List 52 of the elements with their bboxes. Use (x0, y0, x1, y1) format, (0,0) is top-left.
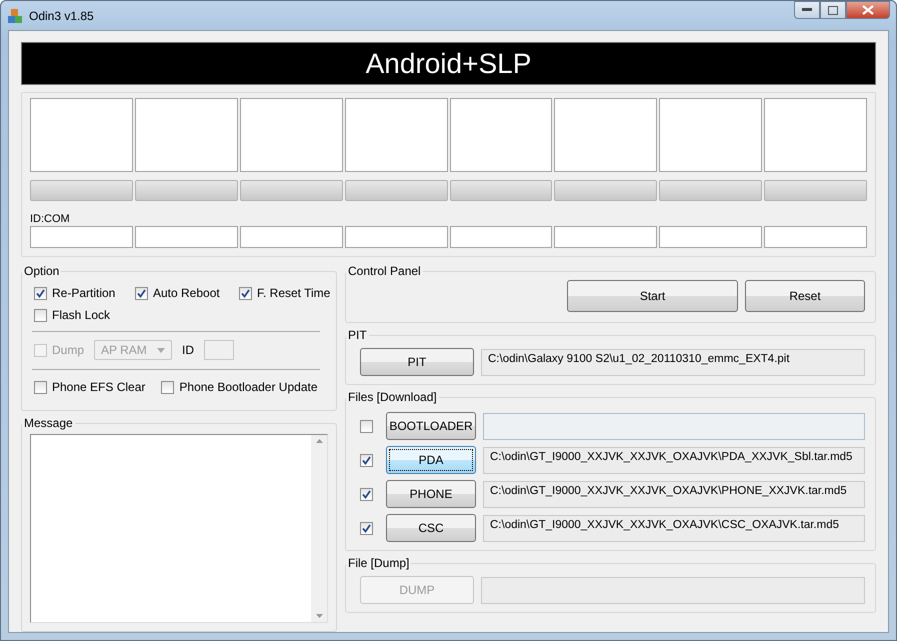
checkbox[interactable] (161, 380, 174, 394)
id-label: ID (182, 343, 194, 357)
file-path-field[interactable]: C:\odin\Galaxy 9100 S2\u1_02_20110310_emmc_EXT4.pit (481, 348, 865, 376)
file-button[interactable]: BOOTLOADER (386, 412, 476, 440)
checkbox-label: Dump (52, 343, 84, 357)
checkbox[interactable] (34, 286, 47, 300)
checkbox-label: Re-Partition (52, 286, 116, 300)
id-field[interactable] (204, 340, 234, 360)
file-button[interactable]: CSC (386, 514, 476, 542)
checkbox[interactable] (360, 522, 373, 534)
scroll-up-icon[interactable] (316, 439, 322, 443)
group-title: Option (23, 264, 60, 278)
scrollbar[interactable] (311, 435, 327, 622)
file-path-field[interactable] (481, 576, 865, 604)
checkbox[interactable] (360, 488, 373, 500)
checkbox[interactable] (239, 286, 252, 300)
dropdown-arrow-icon (157, 348, 166, 352)
checkbox[interactable] (34, 380, 47, 394)
checkbox-label: F. Reset Time (257, 286, 330, 300)
group-title: File [Dump] (347, 556, 410, 570)
checkbox-label: Phone Bootloader Update (179, 380, 318, 394)
checkbox[interactable] (360, 454, 373, 466)
group-title: Message (23, 416, 74, 430)
scroll-down-icon[interactable] (316, 614, 322, 618)
checkbox-label: Phone EFS Clear (52, 380, 146, 394)
window-title: Odin3 v1.85 (29, 8, 95, 22)
app-icon (7, 8, 23, 24)
id-com-label: ID:COM (30, 213, 71, 225)
minimize-button[interactable] (794, 1, 820, 19)
pit-button[interactable]: PIT (360, 348, 474, 376)
minimize-icon (802, 8, 812, 12)
maximize-button[interactable] (820, 1, 846, 19)
file-path-field[interactable]: C:\odin\GT_I9000_XXJVK_XXJVK_OXAJVK\CSC_OXAJVK.tar.md5 (483, 514, 865, 542)
group-title: PIT (347, 328, 368, 342)
group-title: Control Panel (347, 264, 422, 278)
panel-button[interactable]: Start (567, 280, 738, 312)
file-path-field[interactable]: C:\odin\GT_I9000_XXJVK_XXJVK_OXAJVK\PHONE_XXJVK.tar.md5 (483, 480, 865, 508)
maximize-icon (828, 6, 838, 14)
file-button[interactable]: PHONE (386, 480, 476, 508)
file-button[interactable]: PDA (386, 446, 476, 474)
checkbox[interactable] (360, 420, 373, 432)
file-path-field[interactable] (483, 412, 865, 440)
file-path-field[interactable]: C:\odin\GT_I9000_XXJVK_XXJVK_OXAJVK\PDA_XXJVK_Sbl.tar.md5 (483, 446, 865, 474)
checkbox-label: Flash Lock (52, 308, 110, 322)
close-button[interactable] (846, 1, 890, 19)
group-title: Files [Download] (347, 390, 438, 404)
panel-button[interactable]: Reset (745, 280, 865, 312)
checkbox[interactable] (34, 308, 47, 322)
checkbox[interactable] (135, 286, 148, 300)
banner-title: Android+SLP (21, 42, 876, 85)
checkbox-label: Auto Reboot (153, 286, 220, 300)
close-icon (862, 5, 874, 15)
